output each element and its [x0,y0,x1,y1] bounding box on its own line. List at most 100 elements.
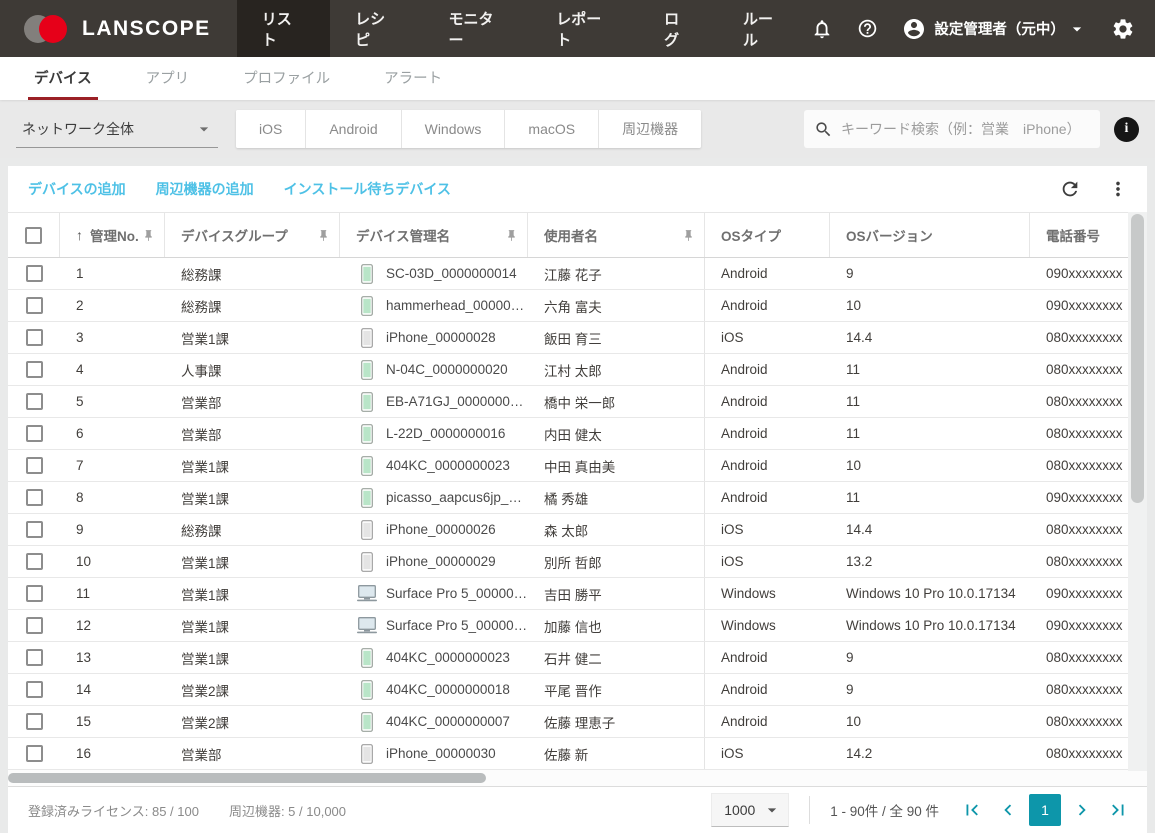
cell-device-name: L-22D_0000000016 [340,418,528,449]
menu-item-monitor[interactable]: モニター [423,0,531,57]
row-checkbox[interactable] [26,425,43,442]
row-checkbox[interactable] [26,681,43,698]
column-header-user-name[interactable]: 使用者名 [528,213,705,257]
menu-item-recipe[interactable]: レシピ [330,0,423,57]
menu-item-report[interactable]: レポート [531,0,639,57]
row-checkbox[interactable] [26,457,43,474]
row-checkbox[interactable] [26,649,43,666]
pin-icon[interactable] [317,229,330,242]
tab-apps[interactable]: アプリ [140,57,196,100]
table-row[interactable]: 8営業1課picasso_aapcus6jp_000...橘 秀雄Android… [8,482,1147,514]
cell-device-name: iPhone_00000030 [340,738,528,769]
add-peripheral-link[interactable]: 周辺機器の追加 [156,179,254,199]
current-page-button[interactable]: 1 [1029,794,1061,826]
row-checkbox[interactable] [26,713,43,730]
cell-device-group: 営業1課 [165,450,340,481]
column-header-device-name[interactable]: デバイス管理名 [340,213,528,257]
vertical-scrollbar[interactable] [1128,212,1147,771]
network-select[interactable]: ネットワーク全体 [16,110,218,148]
row-checkbox[interactable] [26,265,43,282]
table-row[interactable]: 15営業2課404KC_0000000007佐藤 理恵子Android10080… [8,706,1147,738]
horizontal-scrollbar[interactable] [8,770,1147,786]
row-checkbox[interactable] [26,329,43,346]
tab-profiles[interactable]: プロファイル [237,57,336,100]
settings-gear-icon[interactable] [1111,17,1135,41]
table-row[interactable]: 11営業1課Surface Pro 5_0000000...吉田 勝平Windo… [8,578,1147,610]
cell-device-group: 営業部 [165,386,340,417]
pin-icon[interactable] [505,229,518,242]
info-icon[interactable]: i [1114,117,1139,142]
table-row[interactable]: 14営業2課404KC_0000000018平尾 晋作Android9080xx… [8,674,1147,706]
add-device-link[interactable]: デバイスの追加 [28,179,126,199]
cell-os-type: Android [705,450,830,481]
row-checkbox[interactable] [26,553,43,570]
row-checkbox[interactable] [26,617,43,634]
table-row[interactable]: 3営業1課iPhone_00000028飯田 育三iOS14.4080xxxxx… [8,322,1147,354]
row-checkbox[interactable] [26,361,43,378]
column-header-device-group[interactable]: デバイスグループ [165,213,340,257]
pending-install-link[interactable]: インストール待ちデバイス [284,179,451,199]
row-checkbox-cell [8,322,60,353]
cell-device-name: 404KC_0000000018 [340,674,528,705]
tab-devices[interactable]: デバイス [28,57,98,100]
refresh-icon[interactable] [1059,178,1081,200]
row-checkbox[interactable] [26,489,43,506]
cell-os-version: 11 [830,386,1030,417]
cell-device-group: 総務課 [165,258,340,289]
table-row[interactable]: 10営業1課iPhone_00000029別所 哲郎iOS13.2080xxxx… [8,546,1147,578]
vertical-scrollbar-thumb[interactable] [1131,214,1144,503]
column-header-no[interactable]: ↑ 管理No. [60,213,165,257]
row-checkbox[interactable] [26,521,43,538]
search-input[interactable] [841,121,1090,137]
table-row[interactable]: 12営業1課Surface Pro 5_0000000...加藤 信也Windo… [8,610,1147,642]
cell-os-version: 11 [830,482,1030,513]
select-all-checkbox[interactable] [25,227,42,244]
more-vert-icon[interactable] [1107,178,1129,200]
os-filter-ios[interactable]: iOS [236,110,306,148]
os-filter-windows[interactable]: Windows [402,110,506,148]
last-page-icon[interactable] [1103,795,1133,825]
menu-item-log[interactable]: ログ [639,0,718,57]
table-row[interactable]: 16営業部iPhone_00000030佐藤 新iOS14.2080xxxxxx… [8,738,1147,770]
first-page-icon[interactable] [957,795,987,825]
next-page-icon[interactable] [1067,795,1097,825]
table-footer: 登録済みライセンス: 85 / 100 周辺機器: 5 / 10,000 100… [8,786,1147,833]
brand[interactable]: LANSCOPE [0,0,237,57]
column-header-os-type[interactable]: OSタイプ [705,213,830,257]
table-row[interactable]: 13営業1課404KC_0000000023石井 健二Android9080xx… [8,642,1147,674]
android-device-icon [356,456,378,476]
page-size-select[interactable]: 1000 [711,793,789,827]
table-row[interactable]: 4人事課N-04C_0000000020江村 太郎Android11080xxx… [8,354,1147,386]
table-row[interactable]: 7営業1課404KC_0000000023中田 真由美Android10080x… [8,450,1147,482]
prev-page-icon[interactable] [993,795,1023,825]
cell-os-version: 14.4 [830,322,1030,353]
os-filter-macos[interactable]: macOS [505,110,599,148]
row-checkbox[interactable] [26,297,43,314]
menu-item-rule[interactable]: ルール [718,0,811,57]
os-filter-android[interactable]: Android [306,110,401,148]
cell-management-no: 6 [60,418,165,449]
pin-icon[interactable] [682,229,695,242]
table-row[interactable]: 6営業部L-22D_0000000016内田 健太Android11080xxx… [8,418,1147,450]
row-checkbox-cell [8,258,60,289]
column-header-os-version[interactable]: OSバージョン [830,213,1030,257]
pin-icon[interactable] [142,229,155,242]
tab-alerts[interactable]: アラート [378,57,448,100]
horizontal-scrollbar-thumb[interactable] [8,773,486,783]
table-row[interactable]: 9総務課iPhone_00000026森 太郎iOS14.4080xxxxxxx… [8,514,1147,546]
table-row[interactable]: 2総務課hammerhead_00000000...六角 富夫Android10… [8,290,1147,322]
android-device-icon [356,680,378,700]
help-icon[interactable] [857,18,878,39]
search-box[interactable] [804,110,1100,148]
notification-bell-icon[interactable] [811,18,833,40]
row-checkbox[interactable] [26,393,43,410]
table-row[interactable]: 5営業部EB-A71GJ_0000000019橋中 栄一郎Android1108… [8,386,1147,418]
row-checkbox[interactable] [26,585,43,602]
table-row[interactable]: 1総務課SC-03D_0000000014江藤 花子Android9090xxx… [8,258,1147,290]
os-filter-peripheral[interactable]: 周辺機器 [599,110,701,148]
cell-management-no: 14 [60,674,165,705]
user-menu[interactable]: 設定管理者（元中） [902,17,1087,41]
search-icon [814,120,833,139]
menu-item-list[interactable]: リスト [237,0,330,57]
row-checkbox[interactable] [26,745,43,762]
